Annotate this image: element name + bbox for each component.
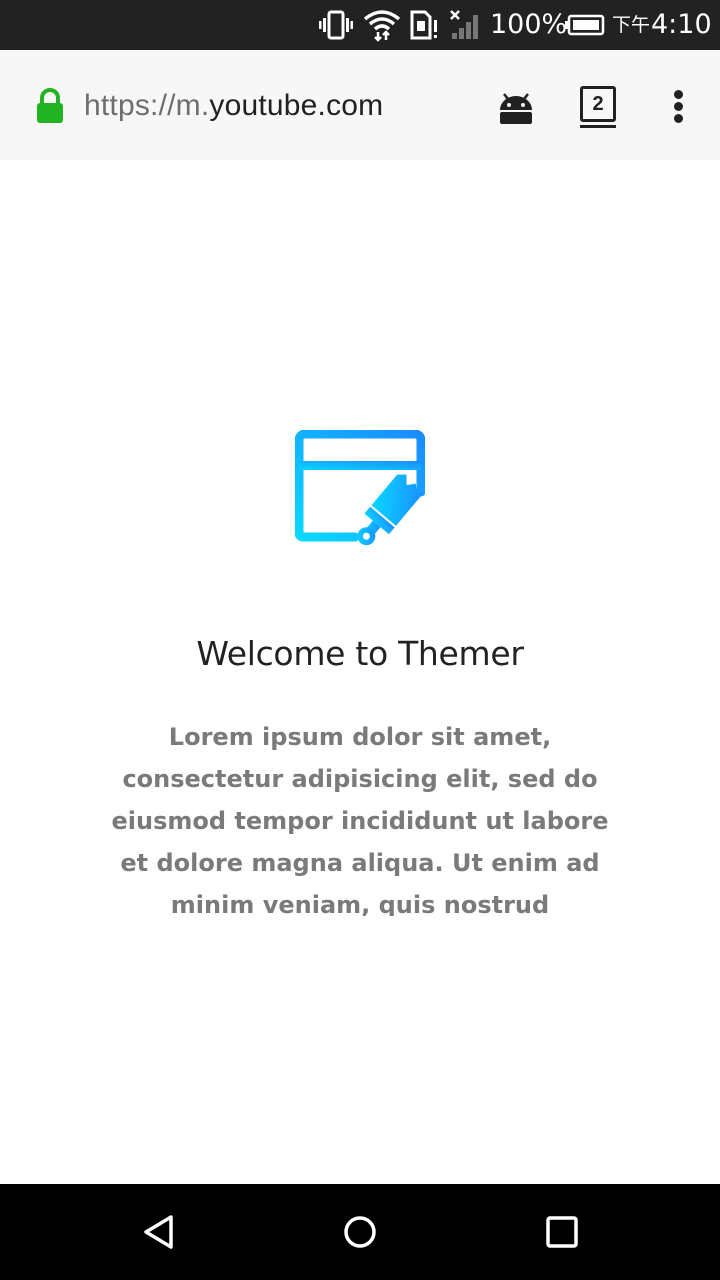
navigation-bar [0, 1184, 720, 1280]
tab-count: 2 [580, 86, 616, 122]
lock-icon [34, 88, 66, 129]
url-scheme: https://m. [84, 89, 210, 122]
back-icon[interactable] [131, 1204, 187, 1260]
url-field[interactable]: https://m.youtube.com [84, 50, 383, 160]
battery-percent: 100% [490, 9, 568, 40]
page-content: Welcome to Themer Lorem ipsum dolor sit … [0, 160, 720, 1184]
vibrate-icon [318, 0, 354, 50]
recents-icon[interactable] [534, 1204, 590, 1260]
battery-icon [564, 0, 606, 50]
home-icon[interactable] [332, 1204, 388, 1260]
wifi-icon [362, 0, 402, 50]
clock: 4:10 [651, 9, 712, 40]
status-bar: 100% 下午 4:10 [0, 0, 720, 50]
tab-switcher-button[interactable]: 2 [578, 83, 620, 129]
sim-alert-icon [408, 0, 440, 50]
signal-off-icon [448, 0, 482, 50]
more-options-icon[interactable] [668, 86, 688, 126]
themer-logo-icon [294, 429, 426, 552]
android-icon[interactable] [496, 86, 536, 126]
tab-switcher-underline [580, 125, 616, 128]
browser-toolbar: https://m.youtube.com 2 [0, 50, 720, 160]
url-host: youtube.com [209, 89, 384, 122]
welcome-description: Lorem ipsum dolor sit amet, consectetur … [111, 723, 609, 916]
welcome-title: Welcome to Themer [196, 634, 524, 673]
time-period: 下午 [612, 14, 651, 36]
